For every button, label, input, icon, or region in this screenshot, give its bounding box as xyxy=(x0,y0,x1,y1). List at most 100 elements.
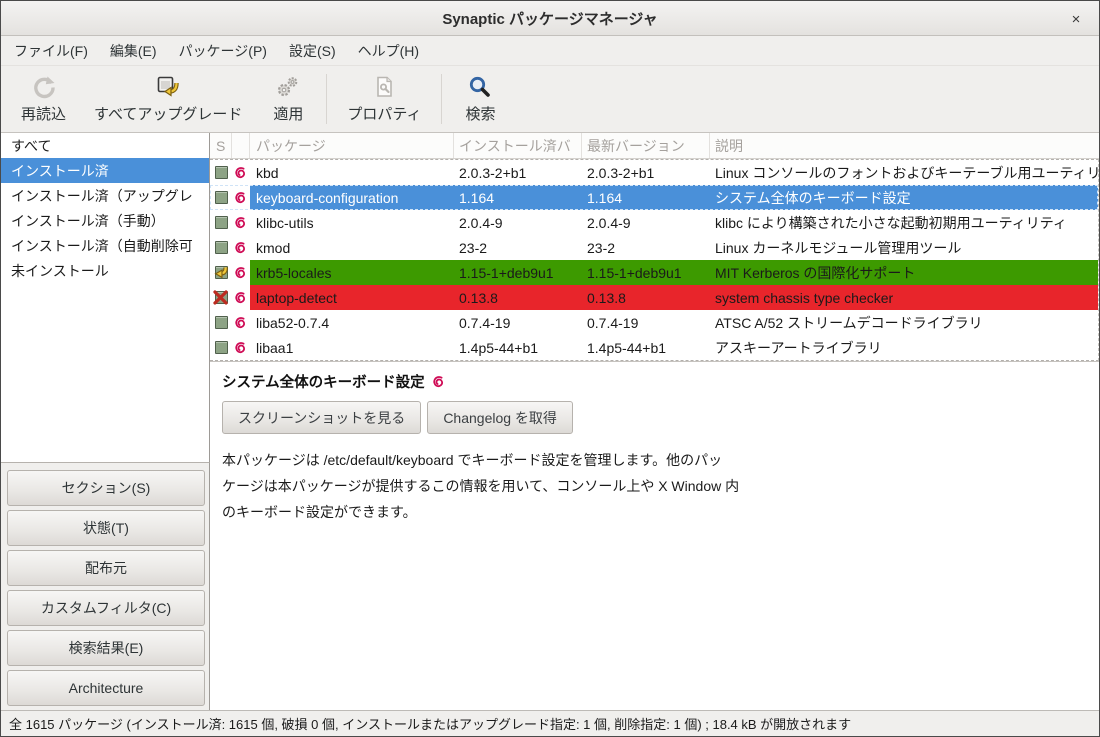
reload-icon xyxy=(31,74,57,100)
table-row-keyboard-configuration[interactable]: keyboard-configuration 1.164 1.164 システム全… xyxy=(210,185,1098,210)
installed-version: 2.0.4-9 xyxy=(454,210,582,235)
status-marked-upgrade-icon xyxy=(210,260,232,285)
installed-version: 1.164 xyxy=(454,185,582,210)
main-area: すべて インストール済 インストール済（アップグレ インストール済（手動） イン… xyxy=(1,133,1099,710)
apply-button[interactable]: 適用 xyxy=(256,70,320,128)
search-button[interactable]: 検索 xyxy=(448,70,512,128)
get-changelog-button[interactable]: Changelog を取得 xyxy=(427,401,573,434)
debian-swirl-icon xyxy=(432,375,446,389)
package-name: laptop-detect xyxy=(250,285,454,310)
debian-swirl-icon xyxy=(232,310,250,335)
search-label: 検索 xyxy=(465,103,495,124)
menu-package[interactable]: パッケージ(P) xyxy=(168,36,278,65)
filter-item-installed[interactable]: インストール済 xyxy=(1,158,209,183)
close-button[interactable]: × xyxy=(1066,9,1086,29)
latest-version: 0.7.4-19 xyxy=(582,310,710,335)
latest-version: 23-2 xyxy=(582,235,710,260)
status-text: 全 1615 パッケージ (インストール済: 1615 個, 破損 0 個, イ… xyxy=(9,714,851,733)
filter-item-installed-manual[interactable]: インストール済（手動） xyxy=(1,208,209,233)
installed-version: 1.15-1+deb9u1 xyxy=(454,260,582,285)
menubar: ファイル(F) 編集(E) パッケージ(P) 設定(S) ヘルプ(H) xyxy=(1,36,1099,66)
package-description: Linux カーネルモジュール管理用ツール xyxy=(710,235,1098,260)
package-table: S パッケージ インストール済バ 最新バージョン 説明 kbd 2.0.3-2+… xyxy=(210,133,1099,361)
reload-button[interactable]: 再読込 xyxy=(7,70,80,128)
filter-item-installed-upgradable[interactable]: インストール済（アップグレ xyxy=(1,183,209,208)
latest-version: 1.164 xyxy=(582,185,710,210)
status-installed-icon xyxy=(210,235,232,260)
table-row-libaa1[interactable]: libaa1 1.4p5-44+b1 1.4p5-44+b1 アスキーアートライ… xyxy=(210,335,1098,360)
installed-version: 1.4p5-44+b1 xyxy=(454,335,582,360)
column-header-package[interactable]: パッケージ xyxy=(250,133,454,158)
statusbar: 全 1615 パッケージ (インストール済: 1615 個, 破損 0 個, イ… xyxy=(1,710,1099,736)
table-header: S パッケージ インストール済バ 最新バージョン 説明 xyxy=(210,133,1099,159)
column-header-supported[interactable] xyxy=(232,133,250,158)
status-installed-icon xyxy=(210,335,232,360)
package-description: klibc により構築された小さな起動初期用ユーティリティ xyxy=(710,210,1098,235)
search-results-button[interactable]: 検索結果(E) xyxy=(7,630,205,666)
filter-item-installed-autoremovable[interactable]: インストール済（自動削除可 xyxy=(1,233,209,258)
debian-swirl-icon xyxy=(232,335,250,360)
architecture-button[interactable]: Architecture xyxy=(7,670,205,706)
content-area: S パッケージ インストール済バ 最新バージョン 説明 kbd 2.0.3-2+… xyxy=(210,133,1099,710)
menu-settings[interactable]: 設定(S) xyxy=(278,36,347,65)
filter-item-all[interactable]: すべて xyxy=(1,133,209,158)
latest-version: 1.15-1+deb9u1 xyxy=(582,260,710,285)
upgrade-all-button[interactable]: すべてアップグレード xyxy=(80,70,256,128)
table-row-klibc-utils[interactable]: klibc-utils 2.0.4-9 2.0.4-9 klibc により構築さ… xyxy=(210,210,1098,235)
package-name: liba52-0.7.4 xyxy=(250,310,454,335)
origin-button[interactable]: 配布元 xyxy=(7,550,205,586)
table-row-laptop-detect[interactable]: laptop-detect 0.13.8 0.13.8 system chass… xyxy=(210,285,1098,310)
table-row-kbd[interactable]: kbd 2.0.3-2+b1 2.0.3-2+b1 Linux コンソールのフォ… xyxy=(210,160,1098,185)
filter-list: すべて インストール済 インストール済（アップグレ インストール済（手動） イン… xyxy=(1,133,210,463)
column-header-installed-version[interactable]: インストール済バ xyxy=(454,133,582,158)
status-button[interactable]: 状態(T) xyxy=(7,510,205,546)
installed-version: 2.0.3-2+b1 xyxy=(454,160,582,185)
search-icon xyxy=(467,74,493,100)
latest-version: 0.13.8 xyxy=(582,285,710,310)
status-installed-icon xyxy=(210,210,232,235)
table-row-kmod[interactable]: kmod 23-2 23-2 Linux カーネルモジュール管理用ツール xyxy=(210,235,1098,260)
latest-version: 1.4p5-44+b1 xyxy=(582,335,710,360)
window-title: Synaptic パッケージマネージャ xyxy=(442,8,657,29)
table-row-liba52[interactable]: liba52-0.7.4 0.7.4-19 0.7.4-19 ATSC A/52… xyxy=(210,310,1098,335)
upgrade-all-label: すべてアップグレード xyxy=(94,103,242,124)
details-panel: システム全体のキーボード設定 スクリーンショットを見る Changelog を取… xyxy=(210,361,1099,710)
menu-edit[interactable]: 編集(E) xyxy=(99,36,168,65)
details-title: システム全体のキーボード設定 xyxy=(222,371,425,392)
titlebar: Synaptic パッケージマネージャ × xyxy=(1,1,1099,36)
sidebar-buttons: セクション(S) 状態(T) 配布元 カスタムフィルタ(C) 検索結果(E) A… xyxy=(1,463,210,710)
debian-swirl-icon xyxy=(232,285,250,310)
debian-swirl-icon xyxy=(232,260,250,285)
package-name: libaa1 xyxy=(250,335,454,360)
apply-gears-icon xyxy=(275,74,301,100)
package-description: Linux コンソールのフォントおよびキーテーブル用ユーティリティ xyxy=(710,160,1098,185)
filter-item-not-installed[interactable]: 未インストール xyxy=(1,258,209,283)
package-name: kmod xyxy=(250,235,454,260)
column-header-status[interactable]: S xyxy=(210,133,232,158)
menu-file[interactable]: ファイル(F) xyxy=(3,36,99,65)
properties-icon xyxy=(371,74,397,100)
package-description: system chassis type checker xyxy=(710,285,1098,310)
latest-version: 2.0.4-9 xyxy=(582,210,710,235)
column-header-description[interactable]: 説明 xyxy=(710,133,1099,158)
view-screenshot-button[interactable]: スクリーンショットを見る xyxy=(222,401,421,434)
debian-swirl-icon xyxy=(232,185,250,210)
reload-label: 再読込 xyxy=(21,103,66,124)
custom-filters-button[interactable]: カスタムフィルタ(C) xyxy=(7,590,205,626)
installed-version: 0.13.8 xyxy=(454,285,582,310)
table-row-krb5-locales[interactable]: krb5-locales 1.15-1+deb9u1 1.15-1+deb9u1… xyxy=(210,260,1098,285)
toolbar-separator xyxy=(326,74,327,124)
package-name: krb5-locales xyxy=(250,260,454,285)
package-long-description: 本パッケージは /etc/default/keyboard でキーボード設定を管… xyxy=(222,447,1087,525)
column-header-latest-version[interactable]: 最新バージョン xyxy=(582,133,710,158)
synaptic-window: Synaptic パッケージマネージャ × ファイル(F) 編集(E) パッケー… xyxy=(0,0,1100,737)
package-description: MIT Kerberos の国際化サポート xyxy=(710,260,1098,285)
properties-button[interactable]: プロパティ xyxy=(333,70,435,128)
status-marked-removal-icon xyxy=(210,285,232,310)
installed-version: 0.7.4-19 xyxy=(454,310,582,335)
menu-help[interactable]: ヘルプ(H) xyxy=(347,36,430,65)
status-installed-icon xyxy=(210,185,232,210)
debian-swirl-icon xyxy=(232,235,250,260)
toolbar-separator xyxy=(441,74,442,124)
sections-button[interactable]: セクション(S) xyxy=(7,470,205,506)
